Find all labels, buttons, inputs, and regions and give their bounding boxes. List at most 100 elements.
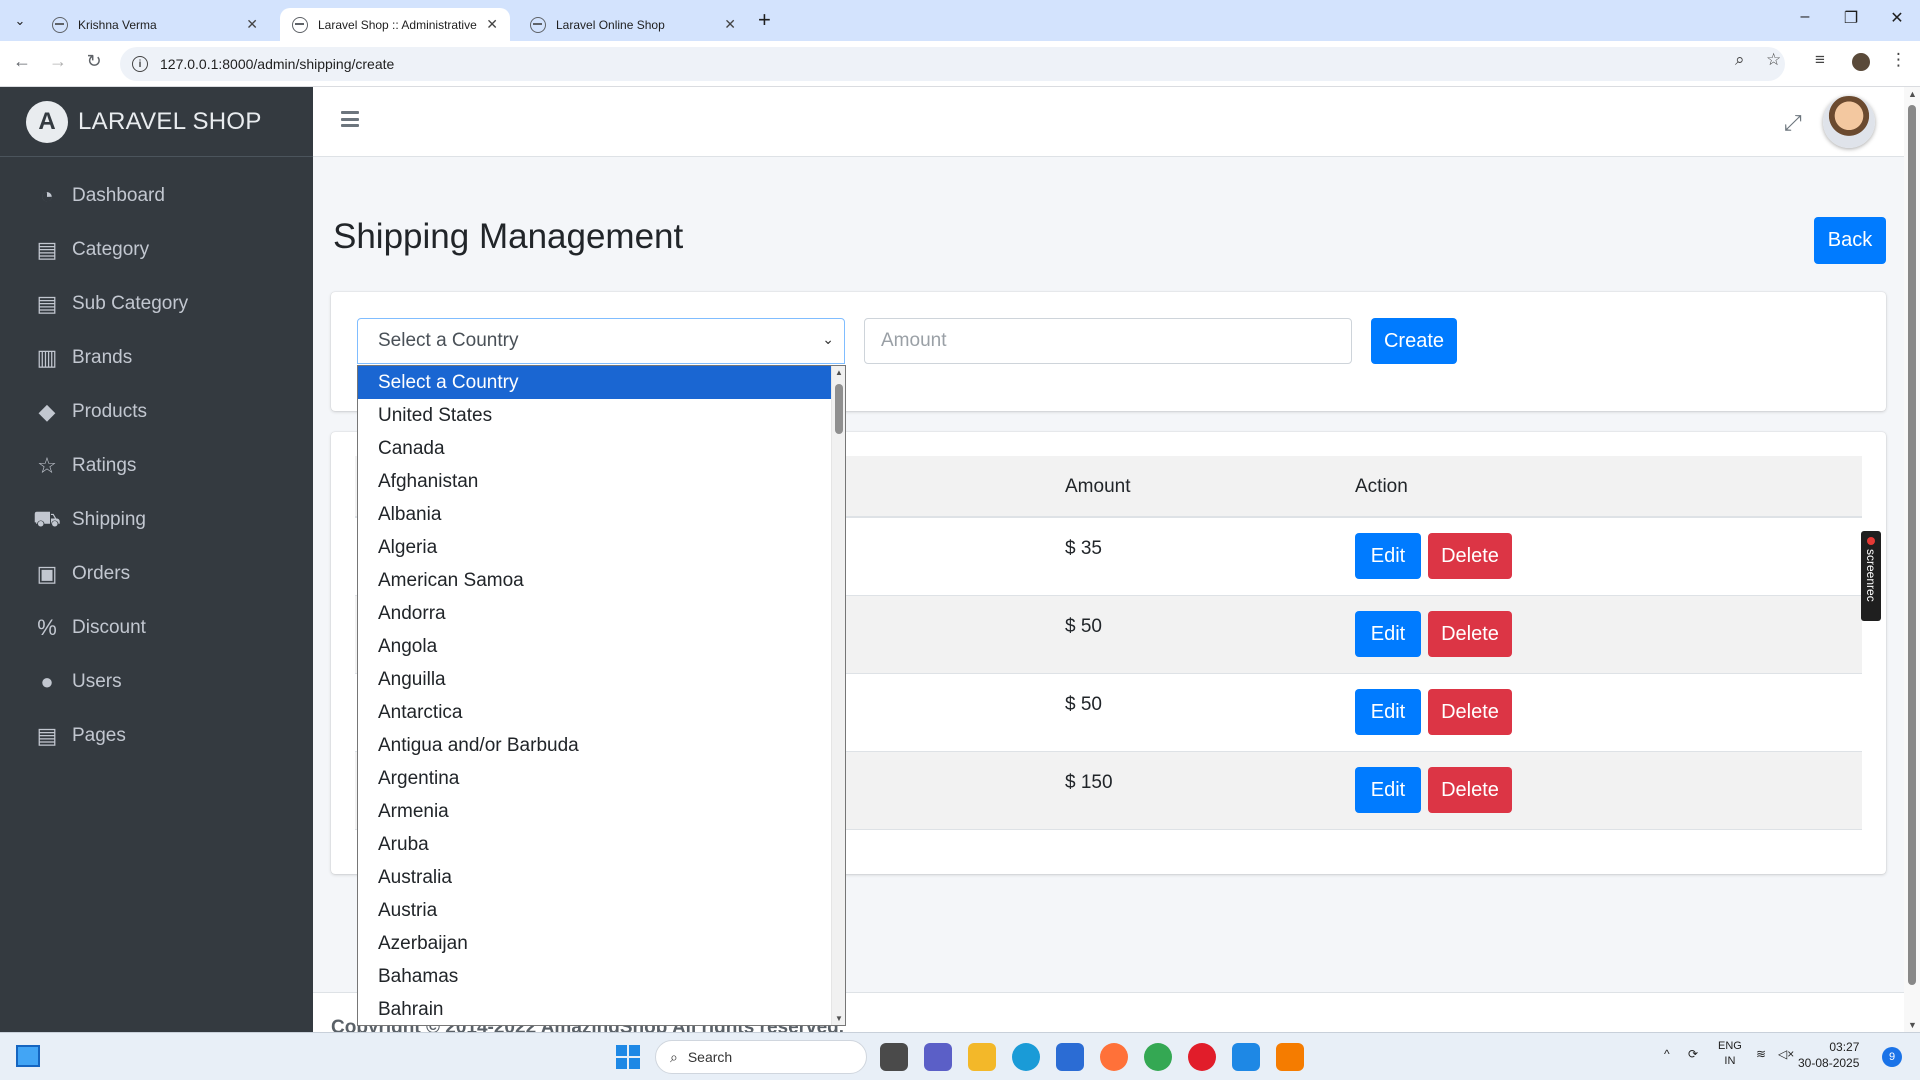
delete-button[interactable]: Delete [1428, 611, 1512, 657]
bookmark-star-icon[interactable]: ☆ [1766, 50, 1781, 70]
sidebar-item-brands[interactable]: ▥ Brands [0, 331, 313, 385]
scrollbar-thumb[interactable] [1908, 105, 1916, 985]
delete-button[interactable]: Delete [1428, 767, 1512, 813]
sidebar-item-shipping[interactable]: ⛟ Shipping [0, 493, 313, 547]
country-option[interactable]: Select a Country [358, 366, 832, 399]
media-control-icon[interactable]: ≡ [1815, 50, 1825, 70]
edit-button[interactable]: Edit [1355, 767, 1421, 813]
sidebar-item-ratings[interactable]: ☆ Ratings [0, 439, 313, 493]
country-option[interactable]: Afghanistan [358, 465, 832, 498]
windows-start-icon[interactable] [616, 1045, 640, 1069]
notification-badge[interactable]: 9 [1882, 1047, 1902, 1067]
country-option[interactable]: Angola [358, 630, 832, 663]
country-option[interactable]: Antigua and/or Barbuda [358, 729, 832, 762]
country-option[interactable]: Algeria [358, 531, 832, 564]
tab-krishna-verma[interactable]: Krishna Verma ✕ [40, 8, 270, 41]
opera-icon[interactable] [1188, 1043, 1216, 1071]
edit-button[interactable]: Edit [1355, 533, 1421, 579]
back-arrow-icon[interactable]: ← [10, 51, 34, 72]
sidebar-item-dashboard[interactable]: ◔ Dashboard [0, 169, 313, 223]
user-avatar[interactable] [1823, 96, 1875, 148]
country-option[interactable]: Bahrain [358, 993, 832, 1025]
sidebar-item-discount[interactable]: % Discount [0, 601, 313, 655]
edit-button[interactable]: Edit [1355, 689, 1421, 735]
amount-input[interactable] [864, 318, 1352, 364]
sync-icon[interactable]: ⟳ [1688, 1047, 1698, 1061]
close-icon[interactable]: ✕ [724, 16, 736, 33]
sidebar-item-orders[interactable]: ▣ Orders [0, 547, 313, 601]
page-scrollbar[interactable]: ▲ ▼ [1904, 87, 1920, 1032]
site-info-icon[interactable]: i [132, 56, 148, 72]
store-icon[interactable] [1056, 1043, 1084, 1071]
chrome-icon[interactable] [1144, 1043, 1172, 1071]
sidebar-item-pages[interactable]: ▤ Pages [0, 709, 313, 763]
scrollbar-thumb[interactable] [835, 384, 843, 434]
scroll-up-arrow-icon[interactable]: ▲ [835, 368, 843, 377]
sidebar-item-users[interactable]: ● Users [0, 655, 313, 709]
country-option[interactable]: Canada [358, 432, 832, 465]
system-clock[interactable]: 03:27 30-08-2025 [1798, 1039, 1859, 1071]
vscode-icon[interactable] [1232, 1043, 1260, 1071]
delete-button[interactable]: Delete [1428, 689, 1512, 735]
task-view-icon[interactable] [880, 1043, 908, 1071]
country-option[interactable]: Azerbaijan [358, 927, 832, 960]
create-button[interactable]: Create [1371, 318, 1457, 364]
close-window-icon[interactable]: ✕ [1874, 8, 1920, 28]
teams-icon[interactable] [924, 1043, 952, 1071]
sidebar-item-label: Category [72, 239, 150, 260]
wifi-icon[interactable]: ≋ [1756, 1047, 1766, 1061]
tab-title: Laravel Online Shop [556, 17, 665, 32]
screenrec-tab[interactable]: screenrec [1861, 531, 1881, 621]
fullscreen-expand-icon[interactable]: ⤢ [1784, 110, 1802, 136]
country-option[interactable]: Armenia [358, 795, 832, 828]
close-icon[interactable]: ✕ [486, 16, 498, 33]
tray-chevron-icon[interactable]: ^ [1664, 1047, 1670, 1061]
country-option[interactable]: Bahamas [358, 960, 832, 993]
tab-admin-panel[interactable]: Laravel Shop :: Administrative P ✕ [280, 8, 510, 41]
scroll-down-arrow-icon[interactable]: ▼ [835, 1014, 843, 1023]
sidebar-item-sub-category[interactable]: ▤ Sub Category [0, 277, 313, 331]
country-option[interactable]: Australia [358, 861, 832, 894]
country-option[interactable]: United States [358, 399, 832, 432]
zoom-icon[interactable]: ⌕ [1735, 50, 1745, 70]
new-tab-icon[interactable]: + [758, 7, 771, 33]
url-field[interactable]: i 127.0.0.1:8000/admin/shipping/create [120, 47, 1785, 81]
tab-search-chevron-icon[interactable]: ⌄ [8, 9, 32, 33]
brand-link[interactable]: A LARAVEL SHOP [0, 87, 313, 157]
country-option[interactable]: Andorra [358, 597, 832, 630]
edge-icon[interactable] [1012, 1043, 1040, 1071]
country-option[interactable]: Aruba [358, 828, 832, 861]
dropdown-scrollbar[interactable]: ▲ ▼ [831, 366, 845, 1025]
back-button[interactable]: Back [1814, 217, 1886, 264]
hamburger-menu-icon[interactable] [341, 111, 359, 127]
firefox-icon[interactable] [1100, 1043, 1128, 1071]
taskbar-search[interactable]: ⌕ Search [655, 1040, 867, 1074]
country-select[interactable]: Select a Country ⌄ [357, 318, 845, 364]
country-option[interactable]: Argentina [358, 762, 832, 795]
edit-button[interactable]: Edit [1355, 611, 1421, 657]
xampp-icon[interactable] [1276, 1043, 1304, 1071]
forward-arrow-icon[interactable]: → [46, 51, 70, 72]
country-option[interactable]: Albania [358, 498, 832, 531]
country-option[interactable]: Anguilla [358, 663, 832, 696]
country-option[interactable]: Antarctica [358, 696, 832, 729]
country-option[interactable]: American Samoa [358, 564, 832, 597]
scroll-up-arrow-icon[interactable]: ▲ [1908, 89, 1917, 99]
scroll-down-arrow-icon[interactable]: ▼ [1908, 1020, 1917, 1030]
tab-online-shop[interactable]: Laravel Online Shop ✕ [518, 8, 748, 41]
minimize-icon[interactable]: – [1782, 8, 1828, 26]
country-dropdown-list[interactable]: Select a Country United States Canada Afgha… [357, 365, 846, 1026]
menu-kebab-icon[interactable]: ⋮ [1890, 50, 1907, 70]
widgets-icon[interactable] [16, 1045, 40, 1067]
browser-profile-avatar[interactable] [1850, 51, 1872, 73]
sidebar-item-products[interactable]: ◆ Products [0, 385, 313, 439]
country-option[interactable]: Austria [358, 894, 832, 927]
language-indicator[interactable]: ENG IN [1718, 1039, 1742, 1069]
speaker-muted-icon[interactable]: ◁× [1778, 1047, 1794, 1061]
file-explorer-icon[interactable] [968, 1043, 996, 1071]
delete-button[interactable]: Delete [1428, 533, 1512, 579]
restore-icon[interactable]: ❐ [1828, 8, 1874, 28]
close-icon[interactable]: ✕ [246, 16, 258, 33]
sidebar-item-category[interactable]: ▤ Category [0, 223, 313, 277]
reload-icon[interactable]: ↻ [82, 51, 106, 72]
